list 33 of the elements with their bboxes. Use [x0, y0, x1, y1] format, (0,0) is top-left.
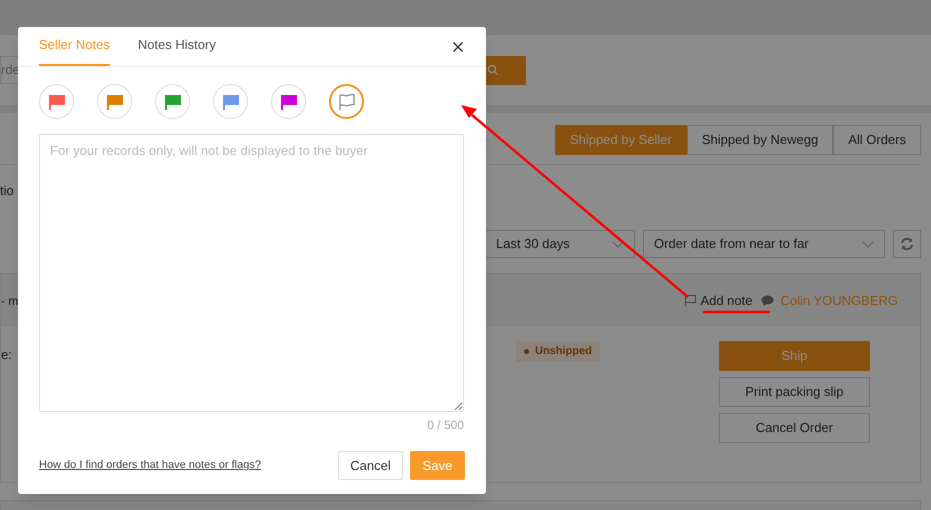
- flag-option[interactable]: [213, 84, 248, 119]
- flag-option[interactable]: [39, 84, 74, 119]
- sort-dropdown[interactable]: Order date from near to far: [643, 230, 885, 258]
- flag-option[interactable]: [271, 84, 306, 119]
- sort-dropdown-value: Order date from near to far: [654, 235, 809, 254]
- annotation-underline: [703, 310, 770, 314]
- order-action-button[interactable]: Cancel Order: [718, 413, 870, 443]
- close-button[interactable]: [452, 41, 464, 53]
- flag-icon: [684, 294, 698, 307]
- character-counter: 0 / 500: [427, 417, 464, 434]
- flag-option[interactable]: [329, 84, 364, 119]
- add-note-link[interactable]: Add note: [684, 290, 752, 310]
- order-detail-text: e:: [1, 346, 12, 364]
- refresh-icon: [900, 237, 914, 251]
- date-range-dropdown-value: Last 30 days: [496, 235, 570, 254]
- dialog-button[interactable]: Cancel: [338, 451, 403, 480]
- refresh-button[interactable]: [893, 230, 921, 258]
- order-tab[interactable]: Shipped by Newegg: [686, 125, 834, 155]
- chevron-down-icon: [862, 240, 874, 248]
- help-link[interactable]: How do I find orders that have notes or flags?: [39, 457, 261, 474]
- flag-option[interactable]: [97, 84, 132, 119]
- chat-bubble-icon: [761, 294, 774, 306]
- note-input[interactable]: For your records only, will not be displayed to the buyer: [39, 134, 464, 412]
- search-icon: [487, 64, 499, 76]
- order-action-button[interactable]: Print packing slip: [718, 377, 870, 407]
- status-badge: Unshipped: [516, 341, 600, 362]
- dialog-tab[interactable]: Notes History: [138, 26, 216, 66]
- order-tab[interactable]: All Orders: [833, 125, 921, 155]
- order-header-text: - m: [1, 292, 18, 310]
- chevron-down-icon: [612, 240, 624, 248]
- flag-option[interactable]: [155, 84, 190, 119]
- close-icon: [452, 41, 464, 53]
- filter-label: tio: [0, 182, 15, 200]
